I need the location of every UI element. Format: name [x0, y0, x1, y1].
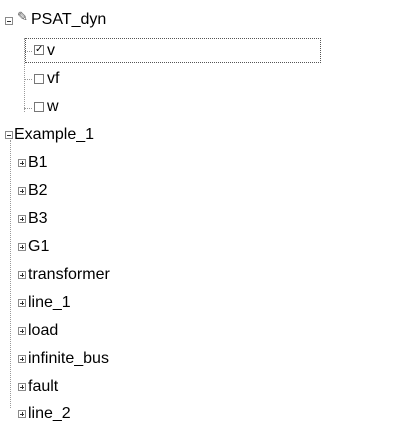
tree-item-label: w — [47, 98, 59, 115]
expand-toggle-b1[interactable] — [18, 159, 26, 167]
tree-item-label: B2 — [28, 182, 48, 199]
tree-item-b3[interactable]: B3 — [28, 206, 48, 232]
expand-toggle-fault[interactable] — [18, 383, 26, 391]
expand-toggle-line-2[interactable] — [18, 410, 26, 418]
tree-item-label: line_2 — [28, 405, 71, 422]
tree-item-b2[interactable]: B2 — [28, 178, 48, 204]
tree-connector — [24, 108, 32, 109]
tree-item-infinite-bus[interactable]: infinite_bus — [28, 346, 109, 372]
tree-item-fault[interactable]: fault — [28, 374, 58, 400]
tree-item-label: B3 — [28, 210, 48, 227]
tree-connector — [24, 79, 32, 80]
checkbox-vf[interactable] — [34, 74, 44, 84]
tree-node-label: PSAT_dyn — [31, 11, 107, 28]
tree-node-example-1[interactable]: Example_1 — [14, 122, 94, 148]
expand-toggle-line-1[interactable] — [18, 299, 26, 307]
tree-item-label: load — [28, 322, 59, 339]
checkbox-w[interactable] — [34, 102, 44, 112]
tree-item-label: transformer — [28, 266, 110, 283]
tree-item-label: vf — [47, 70, 60, 87]
tree-item-b1[interactable]: B1 — [28, 150, 48, 176]
expand-toggle-b2[interactable] — [18, 187, 26, 195]
tree-item-v[interactable]: v — [47, 38, 55, 64]
expand-toggle-transformer[interactable] — [18, 271, 26, 279]
expand-toggle-infinite-bus[interactable] — [18, 355, 26, 363]
tree-item-label: B1 — [28, 154, 48, 171]
tree-item-label: infinite_bus — [28, 350, 109, 367]
tree-item-label: line_1 — [28, 294, 71, 311]
tree-node-psat-dyn[interactable]: PSAT_dyn — [31, 7, 106, 33]
probe-icon: ✎ — [17, 9, 28, 24]
expand-toggle-load[interactable] — [18, 327, 26, 335]
tree-item-label: v — [47, 42, 55, 59]
tree-item-transformer[interactable]: transformer — [28, 262, 110, 288]
tree-item-vf[interactable]: vf — [47, 66, 59, 92]
tree-connector — [10, 140, 11, 408]
tree-node-label: Example_1 — [14, 126, 95, 143]
tree-item-label: G1 — [28, 238, 50, 255]
collapse-toggle-example-1[interactable] — [5, 131, 13, 139]
tree-item-load[interactable]: load — [28, 318, 58, 344]
expand-toggle-g1[interactable] — [18, 243, 26, 251]
checkbox-v[interactable]: ✓ — [34, 45, 44, 55]
tree-view: ✎ PSAT_dyn ✓ v vf w Example_1 B1 B2 B3 G… — [0, 0, 396, 422]
tree-item-label: fault — [28, 378, 59, 395]
expand-toggle-b3[interactable] — [18, 215, 26, 223]
selected-item-focus — [25, 38, 321, 63]
tree-item-w[interactable]: w — [47, 94, 59, 120]
tree-item-line-2[interactable]: line_2 — [28, 401, 71, 427]
tree-item-line-1[interactable]: line_1 — [28, 290, 71, 316]
tree-item-g1[interactable]: G1 — [28, 234, 49, 260]
collapse-toggle-psat-dyn[interactable] — [5, 17, 13, 25]
